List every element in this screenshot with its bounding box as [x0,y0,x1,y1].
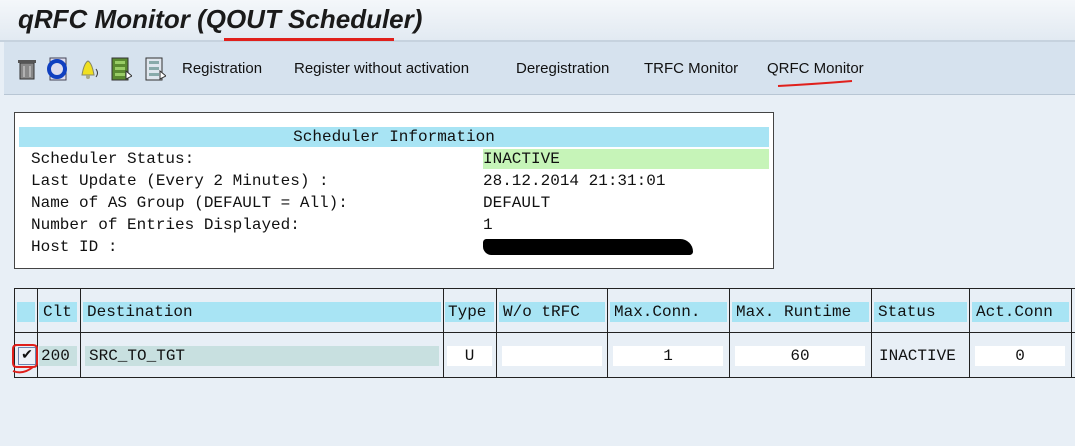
details-icon[interactable] [144,57,166,81]
cell-clt: 200 [39,346,77,366]
scheduler-table: Clt Destination Type W/o tRFC Max.Conn. … [12,288,1075,378]
cell-act-conn[interactable]: 0 [975,346,1065,366]
col-header-type[interactable]: Type [445,302,494,322]
col-header-max-runtime[interactable]: Max. Runtime [732,302,869,322]
deregistration-button[interactable]: Deregistration [516,60,609,77]
cell-max-conn[interactable]: 1 [613,346,723,366]
col-header-destination[interactable]: Destination [83,302,441,322]
cell-max-runtime[interactable]: 60 [735,346,865,366]
register-without-activation-button[interactable]: Register without activation [294,60,469,77]
qrfc-monitor-button[interactable]: QRFC Monitor [767,60,864,77]
cell-destination: SRC_TO_TGT [85,346,439,366]
annotation-circle [12,344,38,374]
col-header-act-conn[interactable]: Act.Conn [972,302,1069,322]
refresh-icon[interactable] [46,57,68,81]
title-bar: qRFC Monitor (QOUT Scheduler) [0,0,1075,42]
cell-status: INACTIVE [879,347,956,365]
col-header-wo-trfc[interactable]: W/o tRFC [499,302,605,322]
col-header-max-conn[interactable]: Max.Conn. [610,302,727,322]
annotation-underline [224,38,394,41]
last-update-label: Last Update (Every 2 Minutes) : [31,172,329,190]
toolbar: Registration Register without activation… [4,42,1075,95]
page-title: qRFC Monitor (QOUT Scheduler) [18,4,423,34]
host-id-redaction [483,239,693,255]
registration-button[interactable]: Registration [182,60,262,77]
scheduler-info-panel: Scheduler Information Scheduler Status: … [14,112,774,269]
details-green-icon[interactable] [110,57,132,81]
trfc-monitor-button[interactable]: TRFC Monitor [644,60,738,77]
as-group-label: Name of AS Group (DEFAULT = All): [31,194,348,212]
scheduler-status-label: Scheduler Status: [31,150,195,168]
scheduler-status-value: INACTIVE [483,149,769,169]
col-header-clt[interactable]: Clt [39,302,77,322]
annotation-underline [777,80,853,87]
col-header-status[interactable]: Status [874,302,967,322]
cell-type[interactable]: U [447,346,492,366]
scheduler-info-heading: Scheduler Information [19,127,769,147]
select-all-header[interactable] [17,302,35,322]
host-id-label: Host ID : [31,238,118,256]
entries-displayed-label: Number of Entries Displayed: [31,216,300,234]
cell-wo-trfc[interactable] [502,346,602,366]
bell-icon[interactable] [78,57,100,81]
as-group-value: DEFAULT [483,194,551,212]
last-update-value: 28.12.2014 21:31:01 [483,172,666,190]
trash-icon[interactable] [16,57,38,81]
entries-displayed-value: 1 [483,216,493,234]
